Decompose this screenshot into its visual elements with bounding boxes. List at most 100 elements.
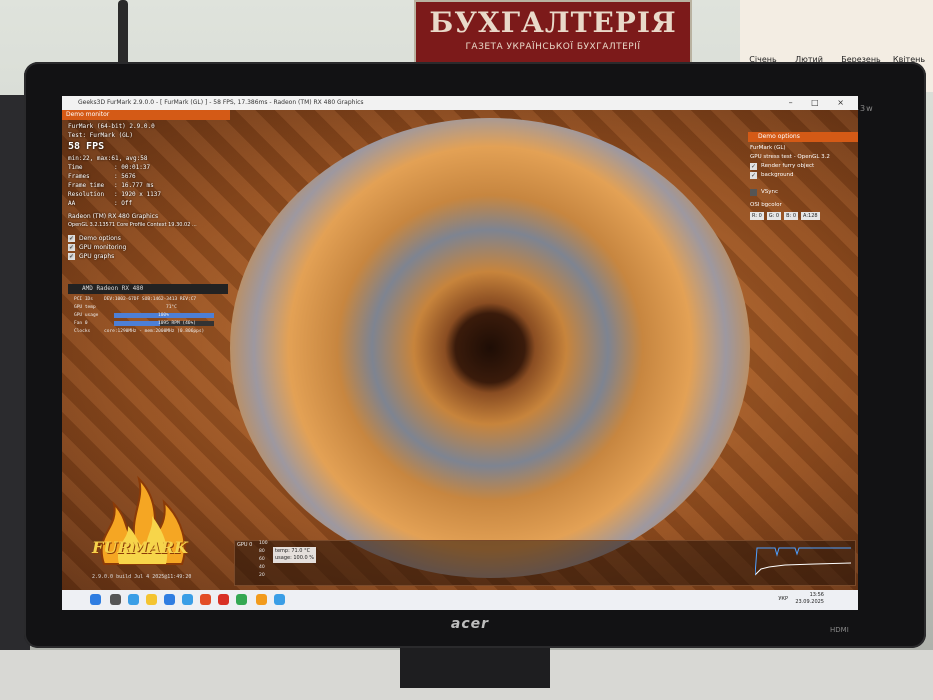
demo-monitor-title: Demo monitor (66, 111, 110, 118)
checkbox-icon: ✓ (68, 235, 75, 242)
checkbox-icon: ✓ (68, 244, 75, 251)
test-name: Test: FurMark (GL) (68, 132, 134, 139)
demo-options-checks: ✓ Render furry object ✓ background VSync (750, 162, 858, 197)
gpu-info-panel: PCI IDs DEV:1002-67DF SUB:1462-3413 REV:C… (74, 296, 214, 336)
search-icon[interactable] (110, 594, 121, 605)
wall-poster: БУХГАЛТЕРІЯ ГАЗЕТА УКРАЇНСЬКОЇ БУХГАЛТЕР… (414, 0, 692, 68)
gpu-info-row: Fan 0 1095 RPM (46%) (74, 320, 214, 328)
fps-minmax: min:22, max:61, avg:58 (68, 155, 148, 162)
graph-lines (755, 547, 851, 576)
temp-line (755, 562, 851, 576)
stats-list: Time : 00:01:37 Frames : 5676 Frame time : 16… (68, 163, 228, 208)
option-label: background (761, 172, 794, 178)
stat-value: : 00:01:37 (114, 164, 151, 171)
graph-label: GPU 0 (237, 542, 253, 548)
legend-usage: usage: 100.0 % (275, 555, 315, 561)
usage-line (755, 547, 851, 576)
gpu-info-label: Fan 0 (74, 321, 88, 326)
option-label: VSync (761, 189, 779, 195)
chrome-icon[interactable] (236, 594, 247, 605)
window-controls[interactable]: – □ × (789, 96, 852, 110)
option-label: Render furry object (761, 163, 815, 169)
fps-readout: 58 FPS (68, 141, 105, 152)
stat-row: Frames : 5676 (68, 172, 228, 181)
y-tick: 60 (259, 557, 265, 562)
gpu-info-label: GPU usage (74, 313, 99, 318)
gpu-graph: GPU 0 100 80 60 40 20 temp: 71.0 °C usag… (234, 540, 856, 586)
stat-row: AA: Off (68, 199, 228, 208)
clock-date: 23.09.2025 (795, 599, 824, 605)
checkbox-empty-icon (750, 189, 757, 196)
check-label: GPU graphs (79, 253, 115, 260)
option-checkbox[interactable]: ✓ Render furry object (750, 162, 858, 171)
bgcolor-label: OSI bgcolor (750, 202, 782, 208)
stat-label: Frame time (68, 182, 105, 189)
channel-g[interactable]: G: 0 (766, 212, 782, 220)
bgcolor-channels: R: 0 G: 0 B: 0 A:128 (750, 212, 858, 221)
y-tick: 40 (259, 565, 265, 570)
check-gpu-monitoring[interactable]: ✓ GPU monitoring (68, 243, 228, 252)
gpu-info-label: PCI IDs (74, 297, 93, 302)
stat-label: Frames (68, 173, 90, 180)
gpu-name: Radeon (TM) RX 480 Graphics (68, 213, 159, 220)
y-tick: 20 (259, 573, 265, 578)
demo-options-panel: FurMark (GL) GPU stress test - OpenGL 3.… (750, 144, 858, 221)
stat-value: : 5676 (114, 173, 136, 180)
channel-b[interactable]: B: 0 (784, 212, 799, 220)
folder-icon[interactable] (146, 594, 157, 605)
gpu-info-value: 71°C (166, 305, 177, 310)
checkbox-checked-icon: ✓ (750, 163, 757, 170)
gpu-info-row: Clocks core:1290MHz - mem:2000MHz (0.806p… (74, 328, 214, 336)
stat-value: : 1920 x 1137 (114, 191, 161, 198)
gpu-info-row: GPU temp 71°C (74, 304, 214, 312)
window-title: Geeks3D FurMark 2.9.0.0 - [ FurMark (GL)… (78, 99, 364, 106)
monitor-screen: Geeks3D FurMark 2.9.0.0 - [ FurMark (GL)… (62, 96, 858, 610)
y-tick: 100 (259, 541, 268, 546)
app-icon[interactable] (200, 594, 211, 605)
app-icon[interactable] (182, 594, 193, 605)
demo-desc: GPU stress test - OpenGL 3.2 (750, 154, 830, 160)
taskbar: УКР 13:56 23.09.2025 (62, 590, 858, 610)
stat-row: Frame time : 16.777 ms (68, 181, 228, 190)
edge-icon[interactable] (128, 594, 139, 605)
start-icon[interactable] (90, 594, 101, 605)
monitor-stand (400, 648, 550, 688)
furmark-logo-text: FURMARK (92, 538, 188, 557)
demo-monitor-header[interactable]: Demo monitor (62, 110, 230, 120)
graph-legend: temp: 71.0 °C usage: 100.0 % (273, 547, 317, 563)
stat-value: : 16.777 ms (114, 182, 154, 189)
window-titlebar[interactable]: Geeks3D FurMark 2.9.0.0 - [ FurMark (GL)… (62, 96, 858, 110)
gpu-panel-title: AMD Radeon RX 480 (82, 285, 144, 292)
gpu-bar-fill (114, 321, 160, 326)
language-indicator[interactable]: УКР (778, 596, 788, 602)
tray-clock[interactable]: 13:56 23.09.2025 (795, 592, 824, 606)
furmark-taskbar-icon[interactable] (256, 594, 267, 605)
monitor-brand: acer (450, 616, 490, 632)
channel-r[interactable]: R: 0 (750, 212, 764, 220)
stat-label: Time (68, 164, 83, 171)
build-info: 2.9.0.0 build Jul 4 2025@11:49:20 (92, 574, 192, 580)
hdmi-label: HDMI (830, 626, 849, 634)
gpu-info-value: DEV:1002-67DF SUB:1462-3413 REV:C7 (104, 297, 197, 302)
option-checkbox[interactable]: ✓ background (750, 171, 858, 180)
poster-title: БУХГАЛТЕРІЯ (429, 6, 677, 39)
cable (118, 0, 128, 70)
check-demo-options[interactable]: ✓ Demo options (68, 234, 228, 243)
demo-options-header[interactable]: Demo options (748, 132, 858, 142)
check-label: GPU monitoring (79, 244, 127, 251)
demo-monitor-panel: FurMark (64-bit) 2.9.0.0 Test: FurMark (… (68, 122, 228, 261)
app-version: FurMark (64-bit) 2.9.0.0 (68, 123, 155, 130)
demo-options-title: Demo options (758, 133, 800, 140)
check-gpu-graphs[interactable]: ✓ GPU graphs (68, 252, 228, 261)
stat-label: Resolution (68, 191, 105, 198)
store-icon[interactable] (164, 594, 175, 605)
y-tick: 80 (259, 549, 265, 554)
option-checkbox[interactable]: VSync (750, 188, 858, 197)
channel-a[interactable]: A:128 (801, 212, 820, 220)
opengl-info: OpenGL 3.2.13571 Core Profile Context 19… (68, 222, 197, 228)
stat-row: Time : 00:01:37 (68, 163, 228, 172)
opera-icon[interactable] (218, 594, 229, 605)
app-icon[interactable] (274, 594, 285, 605)
gpu-panel-header[interactable]: AMD Radeon RX 480 (68, 284, 228, 294)
gpu-info-value: 1095 RPM (46%) (158, 321, 196, 326)
